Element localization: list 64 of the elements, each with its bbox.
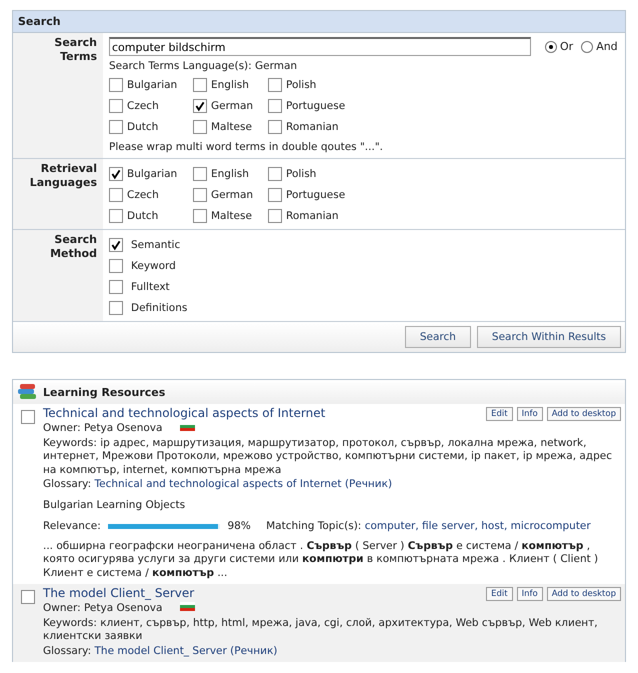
language-checkbox[interactable]: Polish (268, 74, 369, 95)
language-checkbox[interactable]: Portuguese (268, 184, 369, 205)
glossary-label: Glossary: (43, 644, 92, 656)
item-checkbox[interactable] (21, 590, 35, 604)
small-button[interactable]: Info (516, 407, 543, 421)
language-checkbox[interactable]: English (193, 163, 268, 184)
flag-icon (180, 602, 195, 611)
method-checkbox[interactable]: Fulltext (109, 276, 619, 297)
language-checkbox[interactable]: Bulgarian (109, 74, 193, 95)
glossary-link[interactable]: The model Client_ Server (Речник) (94, 644, 278, 656)
panel-title: Search (18, 15, 61, 28)
language-checkbox[interactable]: Czech (109, 95, 193, 116)
books-icon (17, 383, 39, 401)
flag-icon (180, 422, 195, 431)
row-label: Search Method (13, 230, 103, 321)
owner-text: Owner: Petya Osenova (43, 602, 162, 614)
language-checkbox[interactable]: German (193, 95, 268, 116)
group-text: Bulgarian Learning Objects (43, 498, 186, 512)
language-checkbox[interactable]: Dutch (109, 205, 193, 226)
radio-button[interactable]: Or (545, 40, 574, 53)
row-label: Search Terms (13, 33, 103, 158)
language-checkbox[interactable]: Maltese (193, 116, 268, 137)
topic-link[interactable]: microcomputer (510, 520, 591, 532)
language-checkbox[interactable]: Dutch (109, 116, 193, 137)
language-checkbox[interactable]: German (193, 184, 268, 205)
small-button[interactable]: Edit (486, 587, 513, 601)
topic-link[interactable]: file server, (422, 520, 478, 532)
small-button[interactable]: Add to desktop (546, 407, 621, 421)
glossary-link[interactable]: Technical and technological aspects of Internet (Речник) (94, 478, 392, 490)
owner-text: Owner: Petya Osenova (43, 422, 162, 434)
item-checkbox[interactable] (21, 410, 35, 424)
row-label: Retrieval Languages (13, 159, 103, 229)
language-checkbox[interactable]: Bulgarian (109, 163, 193, 184)
method-checkbox[interactable]: Keyword (109, 255, 619, 276)
glossary-label: Glossary: (43, 478, 92, 490)
language-checkbox[interactable]: Polish (268, 163, 369, 184)
topics-label: Matching Topic(s): (266, 520, 362, 532)
language-checkbox[interactable]: Czech (109, 184, 193, 205)
small-button[interactable]: Add to desktop (546, 587, 621, 601)
language-checkbox[interactable]: Romanian (268, 116, 369, 137)
language-note: Search Terms Language(s): German (109, 60, 298, 72)
radio-button[interactable]: And (581, 40, 618, 53)
resource-link[interactable]: The model Client_ Server (43, 587, 194, 601)
language-checkbox[interactable]: Maltese (193, 205, 268, 226)
small-button[interactable]: Info (516, 587, 543, 601)
language-checkbox[interactable]: Portuguese (268, 95, 369, 116)
resource-link[interactable]: Technical and technological aspects of Internet (43, 407, 326, 421)
snippet-text: ... обширна географски неограничена област . Сървър ( Server ) Сървър е система / компютър , която осигурява услуги за други системи или компютри в компютърната мрежа . Клиент ( Client ) Клиент е система / компютър ... (43, 540, 600, 580)
keywords-text: Keywords: клиент, сървър, http, html, мрежа, java, cgi, слой, архитектура, Web сървър, Web клиент, клиентски заявки (43, 616, 599, 644)
topic-link[interactable]: computer, (364, 520, 419, 532)
hint-text: Please wrap multi word terms in double qoutes "...". (109, 141, 384, 153)
search-button[interactable]: Search (404, 326, 471, 348)
small-button[interactable]: Edit (486, 407, 513, 421)
percent-text: 98% (227, 520, 251, 532)
language-checkbox[interactable]: Romanian (268, 205, 369, 226)
keywords-text: Keywords: ip адрес, маршрутизация, маршрутизатор, протокол, сървър, локална мрежа, network, интернет, Мрежови Протоколи, мрежово устройство, компютърни системи, ip пакет, ip мрежа, адрес на компютър, internet, компютърна мрежа (43, 436, 613, 477)
search-field[interactable]: computer bildschirm (109, 37, 531, 56)
method-checkbox[interactable]: Definitions (109, 297, 619, 318)
search-button[interactable]: Search Within Results (476, 326, 621, 348)
language-checkbox[interactable]: English (193, 74, 268, 95)
relevance-label: Relevance: (43, 520, 101, 532)
method-checkbox[interactable]: Semantic (109, 234, 619, 255)
topic-link[interactable]: host, (481, 520, 508, 532)
panel-title: Learning Resources (43, 386, 166, 398)
